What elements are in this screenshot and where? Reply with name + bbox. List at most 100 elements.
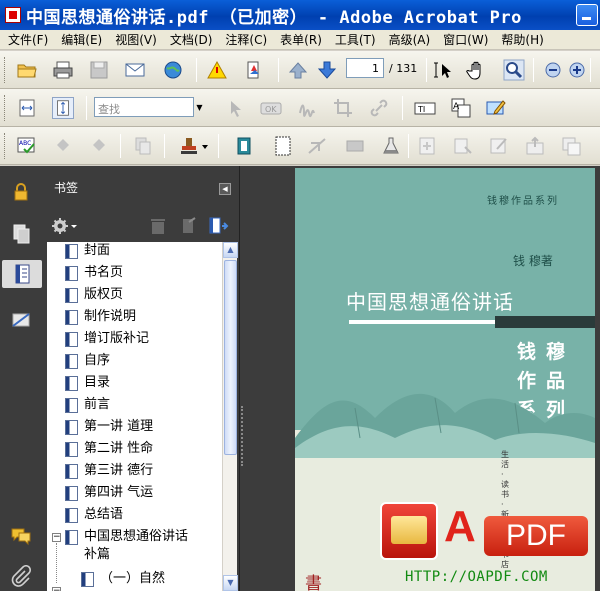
bookmark-item[interactable]: 第四讲 气运 (65, 484, 153, 506)
bookmark-icon (65, 464, 78, 479)
minimize-button[interactable] (576, 4, 598, 26)
menu-edit[interactable]: 编辑(E) (53, 31, 107, 48)
bookmark-item[interactable]: （一）自然 (81, 570, 165, 591)
menu-help[interactable]: 帮助(H) (493, 31, 548, 48)
scroll-down-icon[interactable]: ▼ (223, 575, 238, 591)
copy-icon[interactable] (132, 135, 154, 157)
menu-tools[interactable]: 工具(T) (327, 31, 381, 48)
bookmark-item[interactable]: 第一讲 道理 (65, 418, 153, 440)
collaborate-globe-icon[interactable] (162, 59, 184, 81)
redo-stamp-icon[interactable] (88, 135, 110, 157)
attachments-paperclip-icon[interactable] (7, 562, 35, 590)
open-folder-icon[interactable] (16, 59, 38, 81)
bookmark-icon (65, 266, 78, 281)
bookmark-item[interactable]: 第二讲 性命 (65, 440, 153, 462)
warning-triangle-icon[interactable] (206, 59, 228, 81)
fit-width-icon[interactable] (16, 97, 38, 119)
hand-tool-icon[interactable] (466, 59, 488, 81)
expand-bookmark-icon[interactable] (207, 216, 229, 236)
bookmark-item[interactable]: 第三讲 德行 (65, 462, 153, 484)
flask-icon[interactable] (380, 135, 402, 157)
zoom-in-icon[interactable] (566, 59, 588, 81)
oapdf-watermark-logo: A PDF (380, 500, 590, 564)
export-icon[interactable] (524, 135, 546, 157)
stamp-dropdown-icon[interactable] (200, 135, 210, 157)
watermark-url: HTTP://OAPDF.COM (405, 569, 548, 585)
save-icon[interactable] (88, 59, 110, 81)
bookmark-icon (65, 244, 78, 259)
new-bookmark-icon[interactable] (179, 216, 197, 236)
text-field-icon[interactable]: TI (414, 97, 436, 119)
bookmark-icon (65, 420, 78, 435)
measure-icon[interactable] (306, 135, 328, 157)
title-bar: 中国思想通俗讲话.pdf （已加密） - Adobe Acrobat Pro (0, 0, 600, 30)
page-boundary-icon[interactable] (272, 135, 294, 157)
menu-comments[interactable]: 注释(C) (217, 31, 272, 48)
fit-page-icon[interactable] (52, 97, 74, 119)
edit-text-icon[interactable] (488, 135, 510, 157)
zoom-out-icon[interactable] (542, 59, 564, 81)
bookmarks-scrollbar[interactable]: ▲ ▼ (222, 242, 238, 591)
email-icon[interactable] (124, 59, 146, 81)
bookmarks-panel-header: 书签 ◀ (45, 172, 237, 202)
comments-panel-icon[interactable] (7, 521, 35, 549)
attach-file-icon[interactable] (234, 135, 256, 157)
bookmark-item[interactable]: 书名页 (65, 264, 123, 286)
bookmark-item[interactable]: 版权页 (65, 286, 123, 308)
bookmark-item[interactable]: 自序 (65, 352, 110, 374)
bookmarks-panel-icon[interactable] (2, 260, 42, 288)
previous-page-icon[interactable] (287, 59, 309, 81)
tree-collapse-icon[interactable]: − (52, 587, 61, 591)
bookmark-item[interactable]: 目录 (65, 374, 110, 396)
bookmark-item[interactable]: 封面 (65, 242, 110, 264)
pages-thumbnail-icon[interactable] (7, 220, 35, 248)
menu-forms[interactable]: 表单(R) (272, 31, 327, 48)
page-number-input[interactable]: 1 (346, 58, 384, 78)
crop-icon[interactable] (332, 97, 354, 119)
undo-stamp-icon[interactable] (52, 135, 74, 157)
acrobat-app-icon[interactable] (5, 7, 21, 23)
highlight-stamp-icon[interactable] (178, 135, 200, 157)
menu-document[interactable]: 文档(D) (162, 31, 218, 48)
find-dropdown-icon[interactable]: ▼ (194, 97, 205, 117)
signatures-panel-icon[interactable] (7, 306, 35, 334)
scroll-up-icon[interactable]: ▲ (223, 242, 238, 258)
find-input[interactable]: 查找 (94, 97, 194, 117)
security-lock-icon[interactable] (7, 178, 35, 206)
select-text-cursor-icon[interactable] (432, 59, 454, 81)
panel-collapse-icon[interactable]: ◀ (219, 183, 231, 195)
select-arrow-icon[interactable] (224, 97, 246, 119)
bookmark-item[interactable]: 增订版补记 (65, 330, 149, 352)
combine-files-icon[interactable] (560, 135, 582, 157)
signature-icon[interactable] (296, 97, 318, 119)
print-icon[interactable] (52, 59, 74, 81)
next-page-icon[interactable] (316, 59, 338, 81)
bookmark-item[interactable]: 中国思想通俗讲话 补篇 (65, 528, 188, 568)
svg-text:A: A (453, 102, 460, 112)
menu-file[interactable]: 文件(F) (0, 31, 53, 48)
insert-page-icon[interactable] (416, 135, 438, 157)
toolbar-grip[interactable] (4, 95, 7, 121)
menu-window[interactable]: 窗口(W) (435, 31, 493, 48)
bookmark-item[interactable]: 总结语 (65, 506, 123, 528)
edit-form-icon[interactable] (485, 97, 507, 119)
bookmark-item[interactable]: 制作说明 (65, 308, 136, 330)
toolbar-grip[interactable] (4, 133, 7, 159)
svg-text:ABC: ABC (19, 140, 31, 147)
shape-rectangle-icon[interactable] (344, 135, 366, 157)
bookmark-item[interactable]: 前言 (65, 396, 110, 418)
options-gear-icon[interactable] (51, 216, 79, 236)
menu-advanced[interactable]: 高级(A) (381, 31, 436, 48)
menu-view[interactable]: 视图(V) (107, 31, 162, 48)
tree-collapse-icon[interactable]: − (52, 533, 61, 542)
link-icon[interactable] (368, 97, 390, 119)
spell-check-icon[interactable]: ABC (16, 135, 38, 157)
text-box-icon[interactable]: A (450, 97, 472, 119)
scrollbar-thumb[interactable] (224, 260, 237, 455)
form-field-icon[interactable] (452, 135, 474, 157)
ok-button-icon[interactable]: OK (260, 97, 282, 119)
zoom-tool-icon[interactable] (503, 59, 525, 81)
delete-bookmark-icon[interactable] (149, 216, 167, 236)
secure-document-icon[interactable] (243, 59, 265, 81)
toolbar-grip[interactable] (4, 57, 7, 83)
